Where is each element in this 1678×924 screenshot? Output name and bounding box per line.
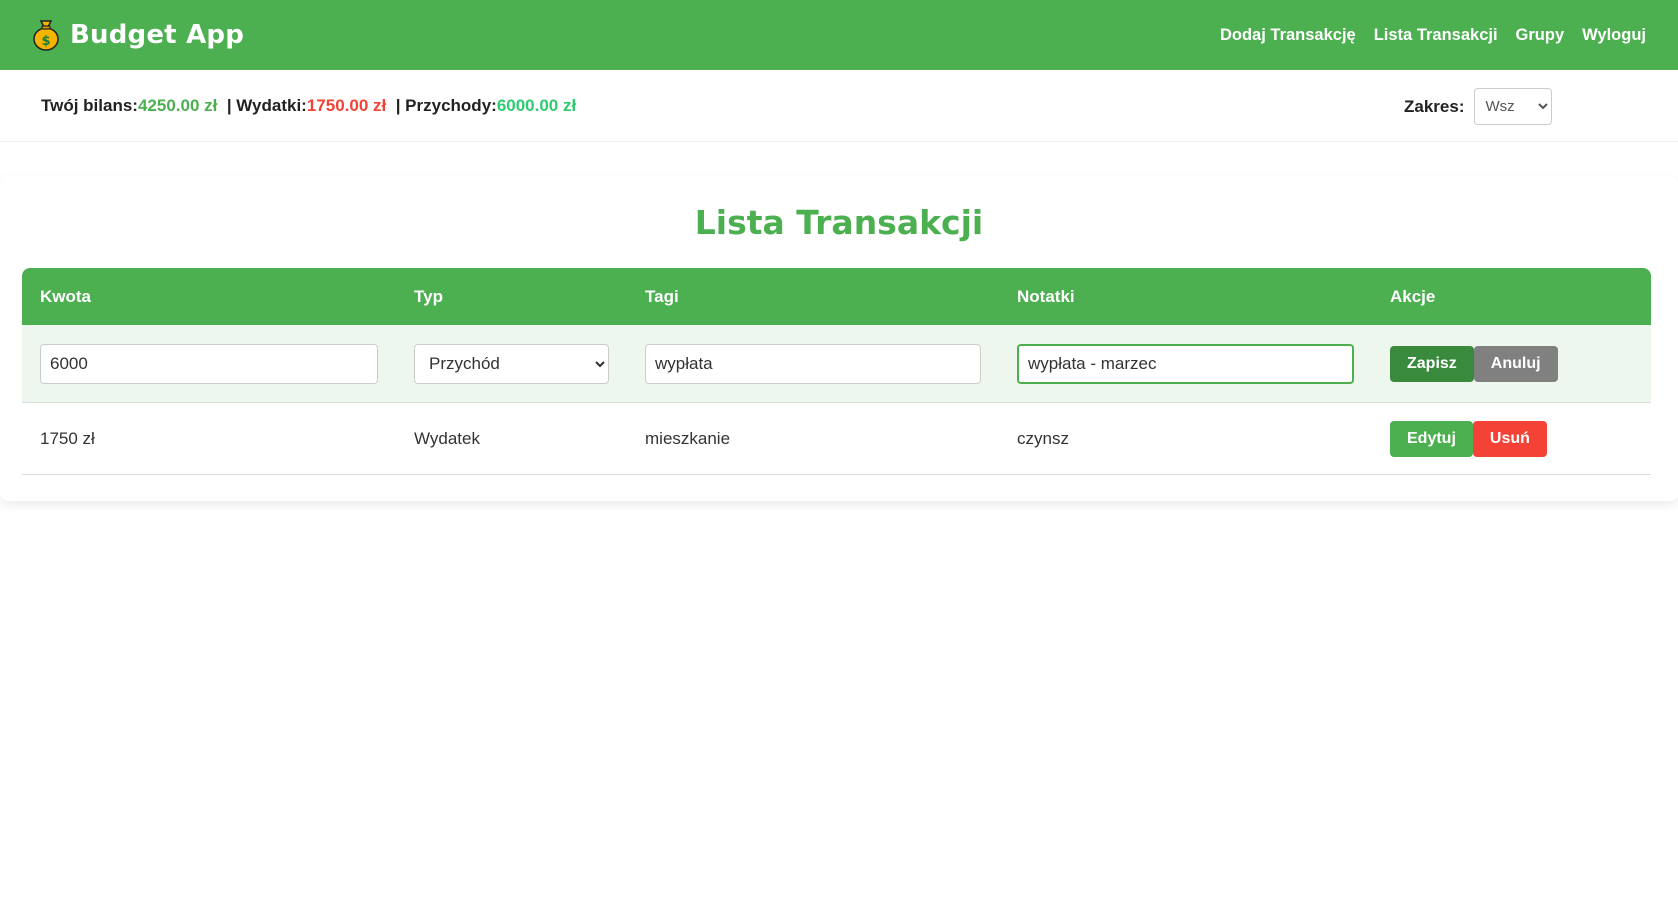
income-label: | Przychody:	[386, 95, 497, 115]
edit-type-cell: Przychód	[396, 325, 627, 403]
nav-link-transaction-list[interactable]: Lista Transakcji	[1374, 26, 1498, 45]
cell-actions: Edytuj Usuń	[1372, 403, 1651, 475]
column-header-actions: Akcje	[1372, 268, 1651, 325]
range-select[interactable]: Wsz	[1474, 88, 1553, 125]
transactions-table: Kwota Typ Tagi Notatki Akcje Przychód	[22, 268, 1651, 475]
money-bag-icon: $	[32, 19, 60, 51]
expenses-label: | Wydatki:	[217, 95, 307, 115]
type-select[interactable]: Przychód	[414, 343, 609, 384]
edit-button[interactable]: Edytuj	[1390, 420, 1473, 457]
app-title: Budget App	[70, 20, 245, 50]
svg-text:$: $	[41, 34, 50, 49]
column-header-amount: Kwota	[22, 268, 396, 325]
column-header-tags: Tagi	[627, 268, 999, 325]
table-header-row: Kwota Typ Tagi Notatki Akcje	[22, 268, 1651, 325]
nav-link-add-transaction[interactable]: Dodaj Transakcję	[1220, 26, 1356, 45]
edit-actions: Zapisz Anuluj	[1390, 345, 1633, 382]
range-label: Zakres:	[1404, 96, 1465, 116]
income-value: 6000.00 zł	[496, 95, 577, 115]
amount-input[interactable]	[40, 343, 378, 384]
balance-value: 4250.00 zł	[137, 95, 218, 115]
navbar: $ Budget App Dodaj Transakcję Lista Tran…	[0, 0, 1678, 70]
table-row: 1750 zł Wydatek mieszkanie czynsz Edytuj…	[22, 403, 1651, 475]
notes-input[interactable]	[1017, 343, 1354, 384]
tags-input[interactable]	[645, 343, 981, 384]
table-row-editing: Przychód Zapisz Anuluj	[22, 325, 1651, 403]
cancel-button[interactable]: Anuluj	[1473, 345, 1558, 382]
row-actions: Edytuj Usuń	[1390, 420, 1633, 457]
transactions-card: Lista Transakcji Kwota Typ Tagi Notatki …	[0, 176, 1678, 501]
edit-actions-cell: Zapisz Anuluj	[1372, 325, 1651, 403]
cell-amount: 1750 zł	[22, 403, 396, 475]
nav-link-logout[interactable]: Wyloguj	[1582, 26, 1646, 45]
brand[interactable]: $ Budget App	[32, 19, 244, 51]
nav-link-groups[interactable]: Grupy	[1516, 26, 1565, 45]
edit-amount-cell	[22, 325, 396, 403]
cell-tags: mieszkanie	[627, 403, 999, 475]
expenses-value: 1750.00 zł	[306, 95, 387, 115]
column-header-type: Typ	[396, 268, 627, 325]
cell-type: Wydatek	[396, 403, 627, 475]
balance-bar: Twój bilans:4250.00 zł | Wydatki:1750.00…	[0, 70, 1678, 142]
column-header-notes: Notatki	[999, 268, 1372, 325]
cell-notes: czynsz	[999, 403, 1372, 475]
delete-button[interactable]: Usuń	[1472, 420, 1547, 457]
range-filter: Zakres: Wsz	[1404, 88, 1553, 125]
balance-label: Twój bilans:	[41, 95, 138, 115]
edit-notes-cell	[999, 325, 1372, 403]
balance-summary: Twój bilans:4250.00 zł | Wydatki:1750.00…	[41, 96, 576, 116]
save-button[interactable]: Zapisz	[1390, 345, 1474, 382]
nav-links: Dodaj Transakcję Lista Transakcji Grupy …	[1220, 26, 1646, 45]
edit-tags-cell	[627, 325, 999, 403]
page-title: Lista Transakcji	[694, 203, 984, 242]
